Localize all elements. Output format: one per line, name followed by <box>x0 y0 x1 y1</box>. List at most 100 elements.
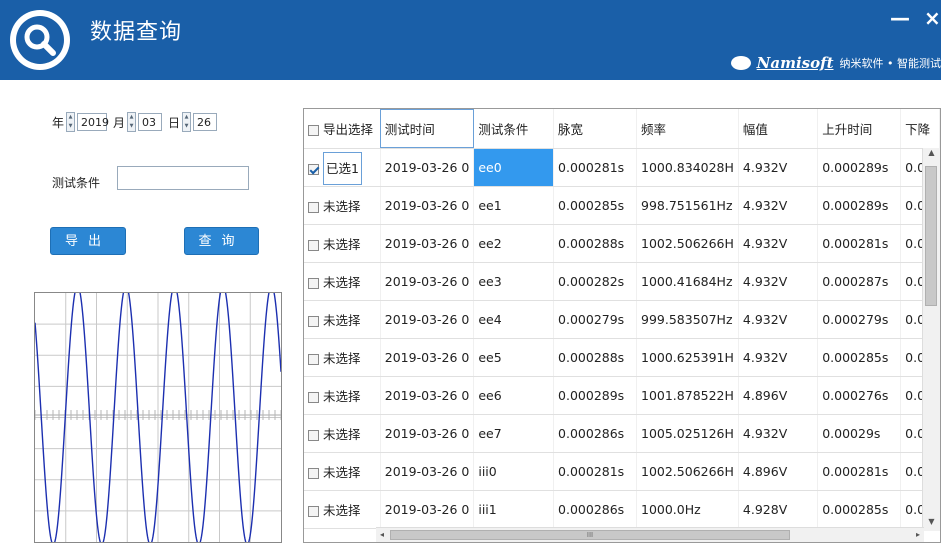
cell-rise-time[interactable]: 0.00029s <box>817 414 902 453</box>
cell-test-condition[interactable]: ee3 <box>473 262 555 301</box>
table-row[interactable]: 未选择 2019-03-26 0 iii0 0.000281s 1002.506266H… <box>304 452 940 491</box>
table-row[interactable]: 已选1 2019-03-26 0 ee0 0.000281s 1000.834028H 4… <box>304 148 940 187</box>
scroll-left-icon[interactable]: ◂ <box>376 528 388 542</box>
cell-rise-time[interactable]: 0.000289s <box>817 186 902 225</box>
cell-rise-time[interactable]: 0.000285s <box>817 490 902 529</box>
cell-frequency[interactable]: 999.583507Hz <box>636 300 739 339</box>
column-header-test-condition[interactable]: 测试条件 <box>473 109 555 149</box>
cell-pulse-width[interactable]: 0.000285s <box>553 186 637 225</box>
table-row[interactable]: 未选择 2019-03-26 0 ee3 0.000282s 1000.41684Hz 4… <box>304 262 940 301</box>
cell-export-select[interactable]: 未选择 <box>304 376 381 415</box>
cell-pulse-width[interactable]: 0.000282s <box>553 262 637 301</box>
cell-pulse-width[interactable]: 0.000279s <box>553 300 637 339</box>
cell-test-time[interactable]: 2019-03-26 0 <box>380 338 475 377</box>
cell-export-select[interactable]: 未选择 <box>304 490 381 529</box>
cell-amplitude[interactable]: 4.896V <box>738 452 819 491</box>
table-row[interactable]: 未选择 2019-03-26 0 ee6 0.000289s 1001.878522H 4… <box>304 376 940 415</box>
query-button[interactable]: 查询 <box>184 227 259 255</box>
row-select-checkbox[interactable] <box>308 163 319 175</box>
cell-frequency[interactable]: 1005.025126H <box>636 414 739 453</box>
cell-export-select[interactable]: 未选择 <box>304 452 381 491</box>
column-header-frequency[interactable]: 频率 <box>636 109 739 149</box>
table-row[interactable]: 未选择 2019-03-26 0 ee1 0.000285s 998.751561Hz 4… <box>304 186 940 225</box>
cell-export-select[interactable]: 未选择 <box>304 300 381 339</box>
cell-test-condition[interactable]: ee0 <box>473 148 555 187</box>
cell-frequency[interactable]: 1001.878522H <box>636 376 739 415</box>
cell-frequency[interactable]: 1000.625391H <box>636 338 739 377</box>
cell-test-time[interactable]: 2019-03-26 0 <box>380 186 475 225</box>
minimize-button[interactable]: — <box>890 6 910 30</box>
cell-frequency[interactable]: 1000.41684Hz <box>636 262 739 301</box>
cell-pulse-width[interactable]: 0.000289s <box>553 376 637 415</box>
cell-pulse-width[interactable]: 0.000288s <box>553 338 637 377</box>
column-header-pulse-width[interactable]: 脉宽 <box>553 109 637 149</box>
cell-test-time[interactable]: 2019-03-26 0 <box>380 490 475 529</box>
scroll-up-icon[interactable]: ▲ <box>923 148 940 162</box>
cell-export-select[interactable]: 已选1 <box>304 148 381 187</box>
vertical-scrollbar[interactable]: ▲ ▼ <box>922 148 940 531</box>
vertical-scroll-thumb[interactable] <box>925 166 937 306</box>
table-row[interactable]: 未选择 2019-03-26 0 ee7 0.000286s 1005.025126H 4… <box>304 414 940 453</box>
row-select-checkbox[interactable] <box>308 467 319 479</box>
row-select-checkbox[interactable] <box>308 315 319 327</box>
cell-amplitude[interactable]: 4.932V <box>738 148 819 187</box>
cell-test-condition[interactable]: ee2 <box>473 224 555 263</box>
day-input[interactable]: 26 <box>193 113 218 131</box>
scroll-down-icon[interactable]: ▼ <box>923 517 940 531</box>
cell-rise-time[interactable]: 0.000289s <box>817 148 902 187</box>
column-header-amplitude[interactable]: 幅值 <box>738 109 819 149</box>
condition-input[interactable] <box>117 166 249 190</box>
cell-frequency[interactable]: 1000.0Hz <box>636 490 739 529</box>
cell-pulse-width[interactable]: 0.000286s <box>553 414 637 453</box>
table-row[interactable]: 未选择 2019-03-26 0 ee2 0.000288s 1002.506266H 4… <box>304 224 940 263</box>
cell-amplitude[interactable]: 4.932V <box>738 338 819 377</box>
cell-test-condition[interactable]: ee7 <box>473 414 555 453</box>
cell-amplitude[interactable]: 4.932V <box>738 224 819 263</box>
table-row[interactable]: 未选择 2019-03-26 0 ee5 0.000288s 1000.625391H 4… <box>304 338 940 377</box>
cell-pulse-width[interactable]: 0.000281s <box>553 148 637 187</box>
cell-test-condition[interactable]: ee5 <box>473 338 555 377</box>
row-select-checkbox[interactable] <box>308 277 319 289</box>
column-header-rise-time[interactable]: 上升时间 <box>817 109 902 149</box>
day-spinner[interactable]: ▲ ▼ <box>182 112 192 132</box>
cell-test-time[interactable]: 2019-03-26 0 <box>380 452 475 491</box>
cell-frequency[interactable]: 1002.506266H <box>636 452 739 491</box>
cell-amplitude[interactable]: 4.932V <box>738 414 819 453</box>
export-button[interactable]: 导出 <box>50 227 126 255</box>
row-select-checkbox[interactable] <box>308 505 319 517</box>
cell-test-time[interactable]: 2019-03-26 0 <box>380 262 475 301</box>
table-row[interactable]: 未选择 2019-03-26 0 ee4 0.000279s 999.583507Hz 4… <box>304 300 940 339</box>
cell-rise-time[interactable]: 0.000285s <box>817 338 902 377</box>
cell-test-condition[interactable]: ee6 <box>473 376 555 415</box>
row-select-checkbox[interactable] <box>308 353 319 365</box>
cell-test-condition[interactable]: ee4 <box>473 300 555 339</box>
cell-frequency[interactable]: 998.751561Hz <box>636 186 739 225</box>
cell-test-time[interactable]: 2019-03-26 0 <box>380 376 475 415</box>
cell-rise-time[interactable]: 0.000287s <box>817 262 902 301</box>
row-select-checkbox[interactable] <box>308 201 319 213</box>
cell-test-condition[interactable]: iii1 <box>473 490 555 529</box>
cell-export-select[interactable]: 未选择 <box>304 224 381 263</box>
row-select-checkbox[interactable] <box>308 239 319 251</box>
cell-pulse-width[interactable]: 0.000281s <box>553 452 637 491</box>
cell-pulse-width[interactable]: 0.000288s <box>553 224 637 263</box>
cell-frequency[interactable]: 1002.506266H <box>636 224 739 263</box>
horizontal-scroll-thumb[interactable]: III <box>390 530 790 540</box>
cell-frequency[interactable]: 1000.834028H <box>636 148 739 187</box>
cell-export-select[interactable]: 未选择 <box>304 338 381 377</box>
cell-rise-time[interactable]: 0.000276s <box>817 376 902 415</box>
cell-amplitude[interactable]: 4.932V <box>738 262 819 301</box>
cell-rise-time[interactable]: 0.000281s <box>817 452 902 491</box>
column-header-export-select[interactable]: 导出选择 <box>304 109 381 149</box>
cell-test-time[interactable]: 2019-03-26 0 <box>380 224 475 263</box>
cell-pulse-width[interactable]: 0.000286s <box>553 490 637 529</box>
cell-amplitude[interactable]: 4.928V <box>738 490 819 529</box>
column-header-test-time[interactable]: 测试时间 <box>380 109 475 149</box>
table-row[interactable]: 未选择 2019-03-26 0 iii1 0.000286s 1000.0Hz 4.92… <box>304 490 940 529</box>
cell-amplitude[interactable]: 4.896V <box>738 376 819 415</box>
cell-export-select[interactable]: 未选择 <box>304 414 381 453</box>
row-select-checkbox[interactable] <box>308 429 319 441</box>
row-select-checkbox[interactable] <box>308 391 319 403</box>
cell-amplitude[interactable]: 4.932V <box>738 186 819 225</box>
year-input[interactable]: 2019 <box>77 113 109 131</box>
